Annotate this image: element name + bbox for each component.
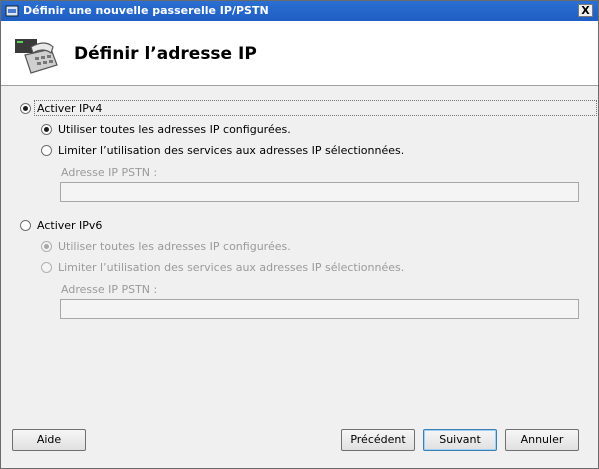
ipv6-limit-radio-button	[41, 262, 52, 273]
ipv6-label: Activer IPv6	[37, 219, 103, 232]
ipv4-pstn-ip-input[interactable]	[60, 182, 579, 202]
ipv4-radio-button[interactable]	[20, 103, 31, 114]
gateway-phone-icon	[15, 39, 58, 74]
close-button[interactable]: X	[578, 4, 593, 17]
wizard-window: Définir une nouvelle passerelle IP/PSTN …	[0, 0, 599, 469]
title-bar[interactable]: Définir une nouvelle passerelle IP/PSTN …	[1, 1, 598, 21]
close-icon: X	[581, 4, 590, 17]
ipv4-use-all-label: Utiliser toutes les adresses IP configur…	[58, 123, 291, 136]
ipv6-pstn-ip-input	[60, 299, 579, 319]
ipv4-limit-radio-button[interactable]	[41, 145, 52, 156]
ipv4-limit-label: Limiter l’utilisation des services aux a…	[58, 144, 405, 157]
ipv6-radio-button[interactable]	[20, 220, 31, 231]
wizard-header: Définir l’adresse IP	[1, 21, 598, 86]
ipv6-limit-label: Limiter l’utilisation des services aux a…	[58, 261, 405, 274]
ipv4-use-all-radio-button[interactable]	[41, 124, 52, 135]
ipv6-use-all-label: Utiliser toutes les adresses IP configur…	[58, 240, 291, 253]
next-button[interactable]: Suivant	[423, 429, 497, 451]
window-title: Définir une nouvelle passerelle IP/PSTN	[23, 4, 269, 17]
help-button[interactable]: Aide	[12, 429, 86, 451]
previous-button[interactable]: Précédent	[341, 429, 415, 451]
ipv6-pstn-ip-label: Adresse IP PSTN :	[61, 283, 158, 296]
ipv4-focus-outline: Activer IPv4	[34, 100, 597, 116]
cancel-button[interactable]: Annuler	[505, 429, 579, 451]
ipv4-label: Activer IPv4	[37, 102, 103, 115]
app-icon	[5, 5, 19, 17]
ipv6-use-all-radio-button	[41, 241, 52, 252]
ipv4-pstn-ip-label: Adresse IP PSTN :	[61, 166, 158, 179]
page-title: Définir l’adresse IP	[74, 44, 257, 64]
